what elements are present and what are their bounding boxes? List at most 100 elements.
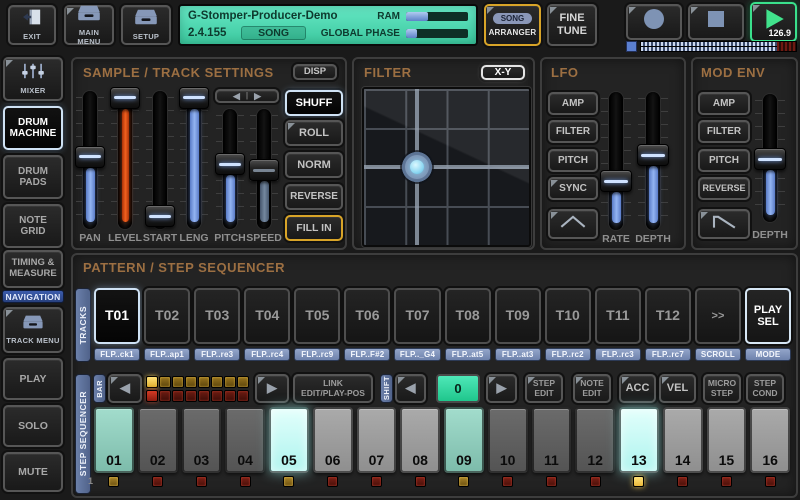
slider-handle[interactable] [600, 170, 632, 192]
sidebar-item-solo[interactable]: SOLO [3, 405, 63, 447]
sidebar-item-drum-pads[interactable]: DRUM PADS [3, 155, 63, 199]
shift-right-button[interactable]: ▶ [486, 374, 517, 403]
shift-value: 0 [454, 381, 461, 396]
track-button-t09[interactable]: T09 [495, 288, 541, 344]
sidebar-item-drum-machine[interactable]: DRUM MACHINE [3, 106, 63, 150]
level-slider[interactable] [110, 91, 140, 229]
step-11[interactable]: 11 [532, 407, 572, 473]
step-cond-button[interactable]: STEPCOND [746, 374, 784, 403]
lfo-pitch-button[interactable]: PITCH [548, 149, 598, 172]
disp-button[interactable]: DISP [293, 64, 337, 80]
xy-cursor-knob[interactable] [402, 152, 432, 182]
norm-button[interactable]: NORM [285, 152, 343, 178]
step-14[interactable]: 14 [663, 407, 703, 473]
roll-button[interactable]: ROLL [285, 120, 343, 146]
track-button-t01[interactable]: T01 [94, 288, 140, 344]
nudge-divider: | [246, 91, 248, 100]
fill-in-button[interactable]: FILL IN [285, 215, 343, 241]
stop-button[interactable] [688, 4, 744, 40]
lfo-sync-button[interactable]: SYNC [548, 177, 598, 200]
sidebar-item-mute[interactable]: MUTE [3, 452, 63, 492]
accent-button[interactable]: ACC [619, 374, 656, 403]
track-scroll-button[interactable]: >> [695, 288, 741, 344]
main-menu-button[interactable]: MAIN MENU [64, 5, 114, 45]
step-02[interactable]: 02 [138, 407, 178, 473]
env-shape-button[interactable] [698, 209, 750, 239]
slider-handle[interactable] [145, 205, 175, 227]
env-depth-slider[interactable] [754, 94, 786, 222]
filter-xy-pad[interactable] [362, 87, 531, 247]
speed-slider[interactable] [249, 109, 279, 229]
track-button-t12[interactable]: T12 [645, 288, 691, 344]
env-filter-button[interactable]: FILTER [698, 120, 750, 143]
setup-button[interactable]: SETUP [121, 5, 171, 45]
lfo-depth-slider[interactable] [637, 92, 669, 230]
slider-handle[interactable] [179, 87, 209, 109]
sidebar-item-note-grid[interactable]: NOTE GRID [3, 204, 63, 248]
step-edit-button[interactable]: STEPEDIT [525, 374, 563, 403]
sidebar-item-play[interactable]: PLAY [3, 358, 63, 400]
slider-handle[interactable] [215, 153, 245, 175]
env-pitch-button[interactable]: PITCH [698, 149, 750, 172]
track-button-t06[interactable]: T06 [344, 288, 390, 344]
lfo-rate-slider[interactable] [600, 92, 632, 230]
step-03[interactable]: 03 [182, 407, 222, 473]
step-13[interactable]: 13 [619, 407, 659, 473]
step-01[interactable]: 01 [94, 407, 134, 473]
play-button[interactable]: 126.9 [750, 2, 797, 42]
track-button-t04[interactable]: T04 [244, 288, 290, 344]
env-reverse-button[interactable]: REVERSE [698, 177, 750, 200]
start-slider[interactable] [145, 91, 175, 229]
length-slider[interactable] [179, 91, 209, 229]
pitch-slider[interactable] [215, 109, 245, 229]
micro-step-button[interactable]: MICROSTEP [703, 374, 741, 403]
lfo-amp-button[interactable]: AMP [548, 92, 598, 115]
slider-handle[interactable] [249, 159, 279, 181]
pitch-nudge-button[interactable]: ◀ | ▶ [215, 89, 279, 103]
step-05[interactable]: 05 [269, 407, 309, 473]
slider-handle[interactable] [637, 144, 669, 166]
step-10[interactable]: 10 [488, 407, 528, 473]
slider-handle[interactable] [754, 148, 786, 170]
fine-tune-button[interactable]: FINE TUNE [547, 4, 597, 46]
track-button-t03[interactable]: T03 [194, 288, 240, 344]
step-12[interactable]: 12 [575, 407, 615, 473]
xy-mode-button[interactable]: X-Y [481, 65, 525, 80]
track-button-t11[interactable]: T11 [595, 288, 641, 344]
record-button[interactable] [626, 4, 682, 40]
shift-left-button[interactable]: ◀ [395, 374, 426, 403]
song-mode-button[interactable]: SONG [241, 26, 306, 40]
step-04[interactable]: 04 [225, 407, 265, 473]
track-button-t02[interactable]: T02 [144, 288, 190, 344]
note-edit-button[interactable]: NOTEEDIT [573, 374, 611, 403]
step-16[interactable]: 16 [750, 407, 790, 473]
track-slot-t09: T09 FLP..at3 [495, 288, 541, 363]
link-edit-play-pos-button[interactable]: LINK EDIT/PLAY-POS [293, 374, 373, 403]
lfo-filter-button[interactable]: FILTER [548, 120, 598, 143]
track-button-t05[interactable]: T05 [294, 288, 340, 344]
env-amp-button[interactable]: AMP [698, 92, 750, 115]
bar-next-button[interactable]: ▶ [255, 374, 289, 403]
velocity-button[interactable]: VEL [659, 374, 696, 403]
sidebar-item-timing-measure[interactable]: TIMING & MEASURE [3, 250, 63, 288]
step-06[interactable]: 06 [313, 407, 353, 473]
bar-prev-button[interactable]: ◀ [108, 374, 142, 403]
shuffle-button[interactable]: SHUFF [285, 90, 343, 116]
sidebar-item-track-menu[interactable]: TRACK MENU [3, 307, 63, 353]
exit-button[interactable]: EXIT [8, 5, 56, 45]
play-sel-button[interactable]: PLAY SEL [745, 288, 791, 344]
track-button-t07[interactable]: T07 [394, 288, 440, 344]
sidebar-item-mixer[interactable]: MIXER [3, 57, 63, 101]
step-09[interactable]: 09 [444, 407, 484, 473]
step-07[interactable]: 07 [357, 407, 397, 473]
track-button-t08[interactable]: T08 [445, 288, 491, 344]
step-15[interactable]: 15 [707, 407, 747, 473]
step-08[interactable]: 08 [400, 407, 440, 473]
slider-handle[interactable] [75, 146, 105, 168]
reverse-button[interactable]: REVERSE [285, 184, 343, 210]
track-button-t10[interactable]: T10 [545, 288, 591, 344]
song-arranger-button[interactable]: SONG ARRANGER [484, 4, 541, 46]
step-number: 07 [369, 452, 385, 468]
pan-slider[interactable] [75, 91, 105, 229]
slider-handle[interactable] [110, 87, 140, 109]
